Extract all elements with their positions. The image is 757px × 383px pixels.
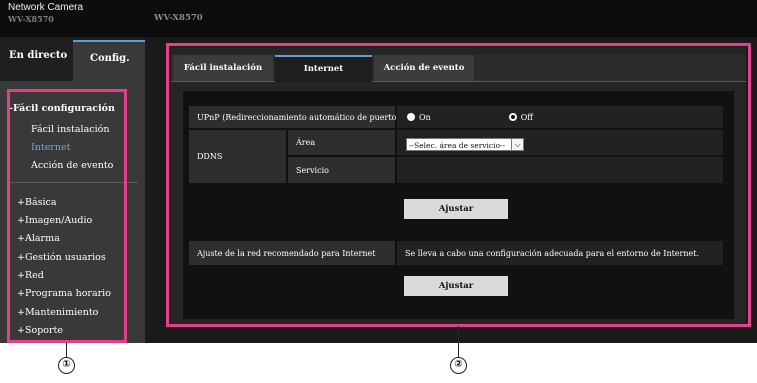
top-bar — [0, 0, 757, 37]
callout-2: ② — [450, 357, 467, 374]
callout-1-line — [66, 343, 67, 357]
tab-config[interactable]: Config. — [90, 53, 130, 64]
brand-name: Network Camera — [8, 2, 84, 13]
tab-live[interactable]: En directo — [9, 50, 67, 61]
callout-2-line — [458, 326, 459, 357]
callout-1: ① — [58, 357, 75, 374]
highlight-box-content — [166, 43, 751, 327]
brand: Network Camera WV-X8570 — [8, 2, 83, 25]
model-name: WV-X8570 — [154, 13, 203, 23]
model-small: WV-X8570 — [8, 14, 54, 24]
highlight-box-menu — [7, 89, 127, 343]
